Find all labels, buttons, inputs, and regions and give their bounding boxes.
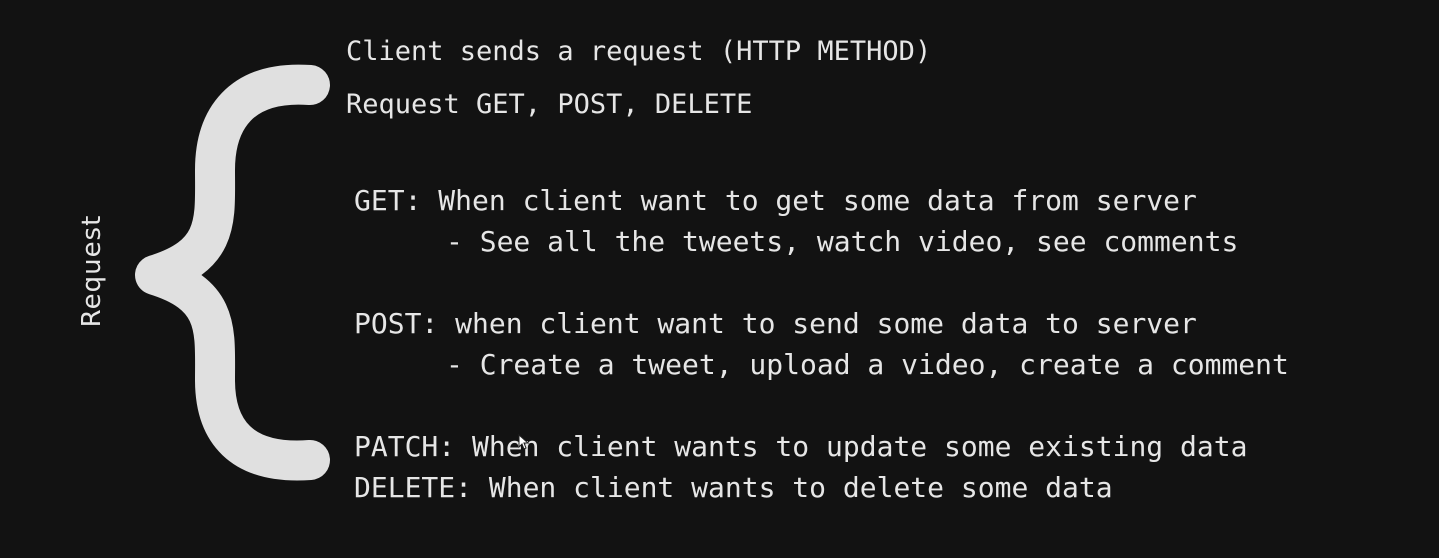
- post-example: - Create a tweet, upload a video, create…: [446, 348, 1289, 381]
- get-example: - See all the tweets, watch video, see c…: [446, 225, 1239, 258]
- request-vertical-label: Request: [77, 214, 107, 328]
- header-line-http-method: Client sends a request (HTTP METHOD): [346, 36, 932, 67]
- curly-brace-shape: [135, 64, 330, 481]
- post-description: POST: when client want to send some data…: [354, 307, 1197, 340]
- mouse-cursor-icon: [518, 434, 530, 450]
- delete-description: DELETE: When client wants to delete some…: [354, 471, 1113, 504]
- patch-description: PATCH: When client wants to update some …: [354, 430, 1248, 463]
- get-description: GET: When client want to get some data f…: [354, 184, 1197, 217]
- header-line-request-types: Request GET, POST, DELETE: [346, 89, 753, 120]
